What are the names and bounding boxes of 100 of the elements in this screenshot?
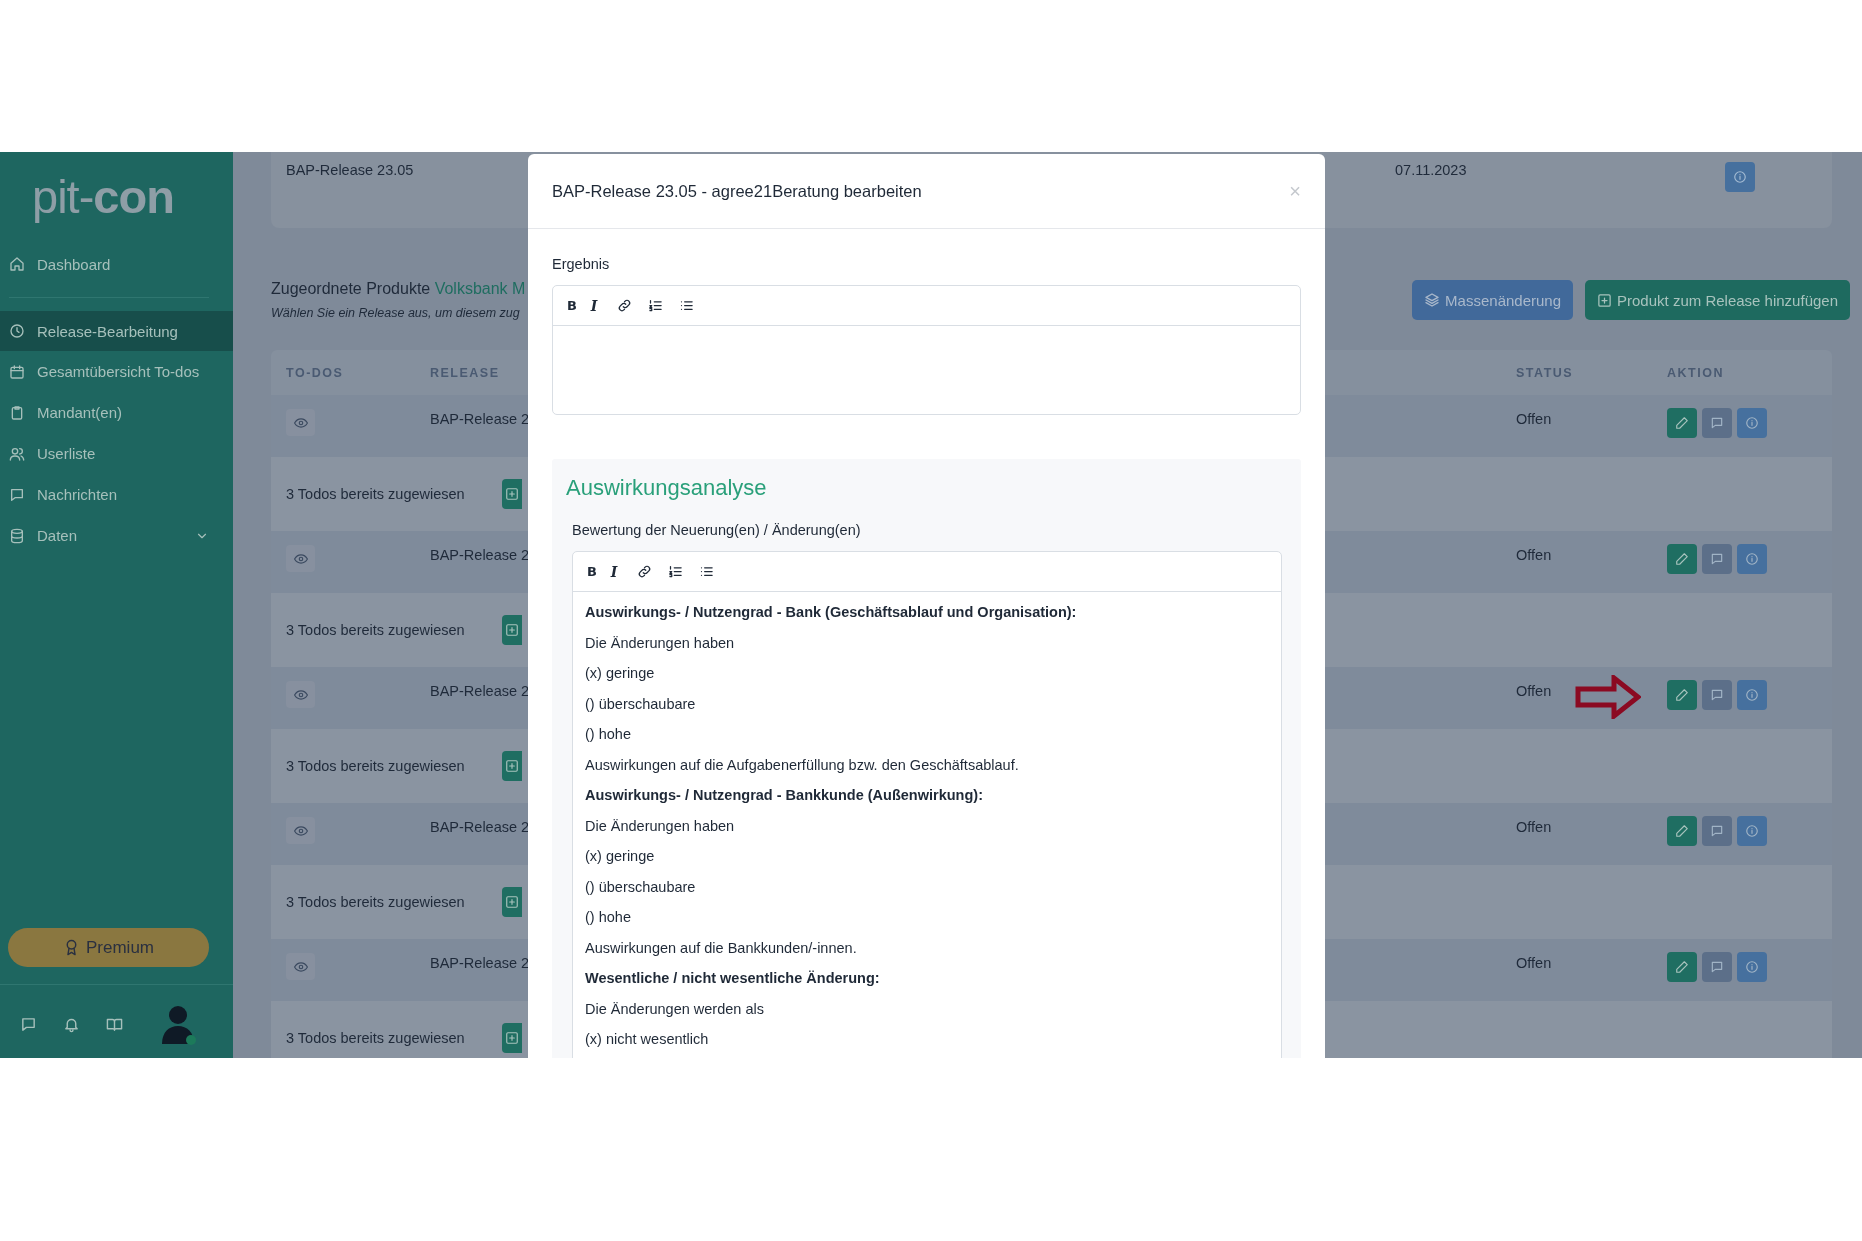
dialog-title: BAP-Release 23.05 - agree21Beratung bearbeiten	[552, 181, 922, 201]
sidebar-item[interactable]: Release-Bearbeitung	[0, 311, 233, 351]
section-hint: Wählen Sie ein Release aus, um diesem zug	[271, 306, 521, 320]
eye-icon	[293, 823, 308, 838]
eye-icon	[293, 415, 308, 430]
edit-button[interactable]	[1667, 680, 1697, 710]
add-todo-button[interactable]	[501, 615, 522, 645]
premium-button[interactable]: Premium	[8, 928, 209, 967]
eye-icon	[293, 551, 308, 566]
view-button[interactable]	[286, 681, 315, 708]
eye-icon	[293, 959, 308, 974]
sidebar-item[interactable]: Dashboard	[0, 240, 233, 288]
table-cell: BAP-Release 2	[430, 819, 530, 835]
field-label: Bewertung der Neuerung(en) / Änderung(en)	[572, 521, 862, 539]
chat-icon	[20, 1016, 37, 1033]
eye-icon	[293, 687, 308, 702]
pencil-icon	[1675, 960, 1689, 974]
sidebar-item[interactable]: Userliste	[0, 433, 233, 474]
table-cell: BAP-Release 2	[430, 683, 530, 699]
info-button[interactable]	[1737, 680, 1767, 710]
chat-icon	[1710, 824, 1724, 838]
release-name: BAP-Release 23.05	[286, 162, 414, 180]
status-cell: Offen	[1516, 547, 1552, 563]
add-product-button[interactable]: Produkt zum Release hinzufügen	[1585, 280, 1850, 320]
status-cell: Offen	[1516, 683, 1552, 699]
bullet-list-icon	[699, 564, 714, 579]
editor-line: Die Änderungen werden als	[585, 999, 765, 1019]
sidebar-item[interactable]: Gesamtübersicht To-dos	[0, 351, 233, 392]
table-cell: BAP-Release 2	[430, 955, 530, 971]
comment-button[interactable]	[1702, 408, 1732, 438]
view-button[interactable]	[286, 817, 315, 844]
status-cell: Offen	[1516, 819, 1552, 835]
italic-button[interactable]: I	[607, 562, 621, 581]
editor-line: () hohe	[585, 908, 632, 927]
edit-button[interactable]	[1667, 952, 1697, 982]
bold-button[interactable]: B	[565, 296, 579, 315]
chat-icon	[9, 486, 25, 503]
sidebar-item[interactable]: Nachrichten	[0, 474, 233, 515]
italic-button[interactable]: I	[587, 296, 601, 315]
avatar-icon[interactable]	[161, 1003, 197, 1046]
info-icon	[1733, 170, 1747, 184]
editor-line: () überschaubare	[585, 694, 697, 714]
column-header: STATUS	[1516, 365, 1574, 380]
pencil-icon	[1675, 552, 1689, 566]
plus-square-icon	[504, 623, 519, 637]
plus-square-icon	[504, 895, 519, 909]
todo-count: 3 Todos bereits zugewiesen	[286, 1030, 465, 1046]
comment-button[interactable]	[1702, 544, 1732, 574]
numbered-list-icon	[668, 564, 683, 579]
todo-count: 3 Todos bereits zugewiesen	[286, 622, 465, 638]
comment-button[interactable]	[1702, 816, 1732, 846]
assessment-editor[interactable]	[572, 551, 1282, 1058]
plus-square-icon	[504, 487, 519, 501]
info-button[interactable]	[1737, 952, 1767, 982]
comment-button[interactable]	[1702, 952, 1732, 982]
info-button[interactable]	[1737, 544, 1767, 574]
pencil-icon	[1675, 688, 1689, 702]
editor-line: Auswirkungen auf die Bankkunden/-innen.	[585, 938, 858, 958]
result-editor[interactable]: B I	[552, 285, 1301, 415]
add-todo-button[interactable]	[501, 751, 522, 781]
add-todo-button[interactable]	[501, 1023, 522, 1053]
status-cell: Offen	[1516, 411, 1552, 427]
link-icon	[637, 564, 652, 579]
view-button[interactable]	[286, 545, 315, 572]
editor-line: Auswirkungs- / Nutzengrad - Bank (Geschäftsablauf und Organisation):	[585, 603, 1078, 622]
bell-icon	[63, 1016, 80, 1033]
editor-line: () überschaubare	[585, 877, 697, 897]
editor-line: Die Änderungen haben	[585, 816, 736, 836]
pencil-icon	[1675, 416, 1689, 430]
editor-line: Auswirkungs- / Nutzengrad - Bankkunde (Außenwirkung):	[585, 786, 984, 805]
sidebar-item[interactable]: Mandant(en)	[0, 392, 233, 433]
editor-line: (x) geringe	[585, 664, 656, 683]
chat-icon	[1710, 688, 1724, 702]
plus-square-icon	[1597, 292, 1613, 308]
view-button[interactable]	[286, 953, 315, 980]
sidebar-item[interactable]: Daten	[0, 515, 233, 556]
chat-icon	[1710, 552, 1724, 566]
comment-button[interactable]	[1702, 680, 1732, 710]
client-link[interactable]: Volksbank M	[434, 280, 526, 297]
bold-button[interactable]: B	[585, 562, 599, 581]
edit-button[interactable]	[1667, 408, 1697, 438]
view-button[interactable]	[286, 409, 315, 436]
todo-count: 3 Todos bereits zugewiesen	[286, 758, 465, 774]
add-todo-button[interactable]	[501, 887, 522, 917]
edit-button[interactable]	[1667, 544, 1697, 574]
edit-button[interactable]	[1667, 816, 1697, 846]
info-icon	[1745, 688, 1759, 702]
add-todo-button[interactable]	[501, 479, 522, 509]
editor-line: Wesentliche / nicht wesentliche Änderung:	[585, 969, 881, 988]
editor-line: () hohe	[585, 725, 632, 744]
chat-icon	[1710, 960, 1724, 974]
info-button[interactable]	[1737, 408, 1767, 438]
info-icon	[1745, 960, 1759, 974]
column-header: AKTION	[1667, 365, 1724, 380]
info-button[interactable]	[1737, 816, 1767, 846]
book-icon	[106, 1016, 123, 1033]
link-icon	[617, 298, 632, 313]
bulk-edit-button[interactable]: Massenänderung	[1412, 280, 1574, 320]
info-button[interactable]	[1725, 162, 1755, 192]
info-icon	[1745, 824, 1759, 838]
